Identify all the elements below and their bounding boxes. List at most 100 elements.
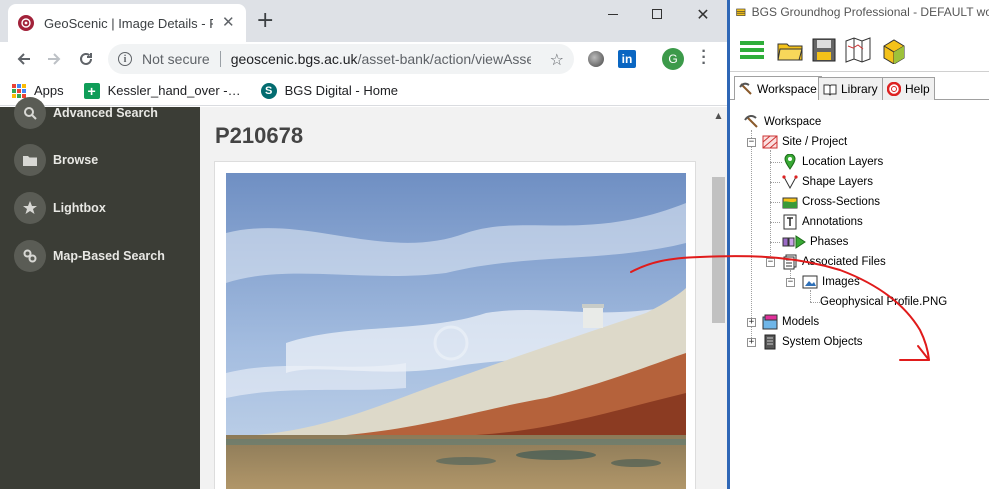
system-icon (762, 334, 778, 350)
tree-node-associated-files[interactable]: Associated Files (782, 253, 886, 271)
scroll-thumb[interactable] (712, 177, 725, 323)
open-folder-icon[interactable] (776, 36, 804, 64)
tree-node-label: Associated Files (802, 256, 886, 268)
tree-node-label: Models (782, 316, 820, 328)
tree-node-workspace[interactable]: Workspace (744, 113, 821, 131)
tree-node-geophysical-profile[interactable]: Geophysical Profile.PNG (820, 293, 947, 311)
bookmark-bgs-digital[interactable]: S BGS Digital - Home (260, 82, 399, 99)
back-arrow-icon (17, 53, 30, 65)
new-tab-button[interactable]: + (256, 10, 274, 32)
extension-icon[interactable] (588, 51, 604, 67)
omnibox-divider (219, 51, 221, 67)
tab-library[interactable]: Library (818, 77, 883, 100)
tree-node-annotations[interactable]: Annotations (782, 213, 863, 231)
linkedin-extension-icon[interactable]: in (618, 50, 636, 68)
close-window-button[interactable]: ✕ (680, 4, 726, 24)
tab-title: GeoScenic | Image Details - P210678 (44, 15, 213, 31)
tab-strip: GeoScenic | Image Details - P210678 ✕ + … (0, 0, 727, 42)
map-icon[interactable] (844, 36, 872, 64)
tree-node-location-layers[interactable]: Location Layers (782, 153, 883, 171)
site-icon (762, 134, 778, 150)
sidebar-item-label: Browse (53, 153, 99, 167)
tab-workspace[interactable]: Workspace (734, 76, 822, 100)
hamburger-menu-icon[interactable] (738, 36, 766, 64)
tree-node-label: Images (822, 276, 860, 288)
save-icon[interactable] (810, 36, 838, 64)
minimize-icon (608, 13, 618, 15)
cross-section-icon (782, 194, 798, 210)
collapse-associated-files-icon[interactable]: − (766, 258, 775, 267)
groundhog-toolbar (730, 28, 989, 72)
tree-guide (751, 130, 752, 342)
library-book-icon (823, 84, 837, 96)
reload-button[interactable] (74, 48, 98, 70)
window-title: BGS Groundhog Professional - DEFAULT wo (751, 5, 989, 19)
groundhog-tabs: Workspace Library Help (730, 74, 989, 100)
search-icon (14, 97, 46, 129)
tree-node-label: Phases (810, 236, 849, 248)
forward-button[interactable] (42, 48, 66, 70)
sidebar-item-map-based-search[interactable]: Map-Based Search (14, 240, 165, 272)
expand-system-objects-icon[interactable]: + (747, 338, 756, 347)
tree-node-label: Shape Layers (802, 176, 873, 188)
expand-models-icon[interactable]: + (747, 318, 756, 327)
info-icon[interactable]: i (118, 52, 132, 66)
tab-close-icon[interactable]: ✕ (221, 15, 236, 31)
tree-guide (770, 202, 780, 203)
tree-node-models[interactable]: Models (762, 313, 819, 331)
reload-icon (80, 52, 92, 65)
tree-node-images[interactable]: Images (802, 273, 860, 291)
page-scrollbar[interactable]: ▲ (710, 107, 727, 489)
image-card (214, 161, 696, 489)
maximize-button[interactable] (634, 4, 680, 24)
tree-node-phases[interactable]: Phases (782, 233, 848, 251)
bookmark-star-icon[interactable]: ☆ (550, 50, 564, 69)
tree-guide (810, 290, 811, 302)
sidebar-item-advanced-search[interactable]: Advanced Search (14, 97, 158, 129)
tree-guide (770, 182, 780, 183)
tab-help[interactable]: Help (882, 77, 935, 100)
geoscenic-sidebar: Advanced Search Browse Lightbox Map-Base… (0, 97, 200, 489)
sidebar-item-label: Lightbox (53, 201, 106, 215)
pickaxe-icon (744, 114, 760, 130)
sidebar-item-label: Advanced Search (53, 106, 158, 120)
browser-tab[interactable]: GeoScenic | Image Details - P210678 ✕ (8, 4, 246, 42)
url-text[interactable]: geoscenic.bgs.ac.uk/asset-bank/action/vi… (231, 51, 531, 67)
tree-node-system-objects[interactable]: System Objects (762, 333, 863, 351)
groundhog-window: BGS Groundhog Professional - DEFAULT wo … (727, 0, 989, 489)
tree-guide (770, 242, 780, 243)
bookmark-apps[interactable]: Apps (12, 83, 64, 98)
sidebar-item-browse[interactable]: Browse (14, 144, 98, 176)
cube-icon[interactable] (880, 36, 908, 64)
address-bar[interactable]: i Not secure geoscenic.bgs.ac.uk/asset-b… (108, 44, 574, 74)
tree-guide (810, 302, 820, 303)
tree-guide (770, 162, 782, 163)
groundhog-title-bar: BGS Groundhog Professional - DEFAULT wo (730, 0, 989, 24)
browser-menu-icon[interactable]: · · · (700, 44, 708, 72)
scroll-up-icon[interactable]: ▲ (710, 111, 727, 120)
bookmark-label: Apps (34, 83, 64, 98)
tree-guide (770, 222, 780, 223)
tree-node-cross-sections[interactable]: Cross-Sections (782, 193, 880, 211)
collapse-site-icon[interactable]: − (747, 138, 756, 147)
page-title: P210678 (215, 123, 304, 148)
security-label: Not secure (142, 51, 210, 67)
shape-icon (782, 174, 798, 190)
bookmark-label: BGS Digital - Home (284, 83, 399, 98)
minimize-button[interactable] (590, 4, 636, 24)
tree-node-label: Geophysical Profile.PNG (820, 296, 948, 308)
cliff-photo[interactable] (226, 173, 686, 489)
sidebar-item-lightbox[interactable]: Lightbox (14, 192, 106, 224)
tree-node-shape-layers[interactable]: Shape Layers (782, 173, 873, 191)
forward-arrow-icon (48, 53, 61, 65)
tree-node-label: System Objects (782, 336, 863, 348)
back-button[interactable] (12, 48, 36, 70)
sharepoint-icon: S (260, 82, 277, 99)
bookmark-label: Kessler_hand_over -… (107, 83, 241, 98)
tree-node-label: Workspace (764, 116, 822, 128)
url-host: geoscenic.bgs.ac.uk (230, 51, 358, 67)
link-icon (14, 240, 46, 272)
tree-node-site-project[interactable]: Site / Project (762, 133, 847, 151)
profile-avatar[interactable]: G (662, 48, 684, 70)
collapse-images-icon[interactable]: − (786, 278, 795, 287)
